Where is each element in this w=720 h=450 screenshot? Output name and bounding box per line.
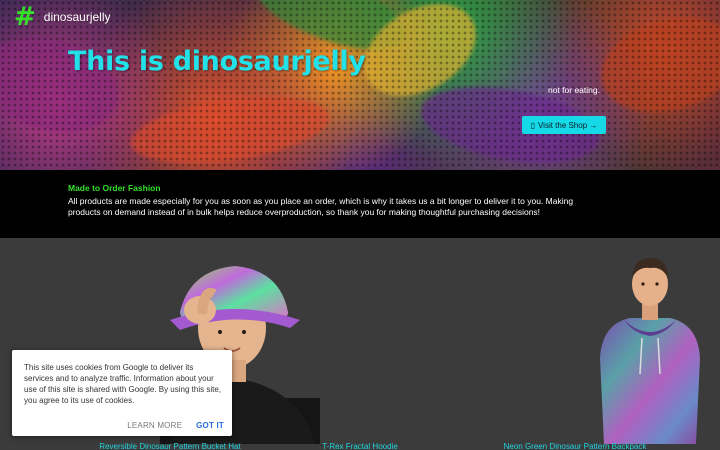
info-title: Made to Order Fashion xyxy=(68,183,161,193)
site-name: dinosaurjelly xyxy=(43,10,111,24)
cookie-actions: LEARN MORE GOT IT xyxy=(127,421,224,430)
site-logo[interactable]: # dinosaurjelly xyxy=(14,4,111,30)
product-card[interactable]: T-Rex Fractal Hoodie xyxy=(290,238,700,450)
product-name[interactable]: Neon Green Dinosaur Pattern Backpack xyxy=(480,442,670,450)
cookie-text: This site uses cookies from Google to de… xyxy=(24,363,221,405)
product-name[interactable]: Reversible Dinosaur Pattern Bucket Hat xyxy=(60,442,280,450)
page: # dinosaurjelly This is dinosaurjelly no… xyxy=(0,0,720,450)
visit-shop-button[interactable]: ▯ Visit the Shop → xyxy=(522,116,606,134)
info-body: All products are made especially for you… xyxy=(68,196,574,217)
visit-shop-label: Visit the Shop → xyxy=(537,120,598,130)
info-band: Made to Order Fashion All products are m… xyxy=(0,170,720,238)
shopping-bag-icon: ▯ xyxy=(530,120,535,130)
hero-tagline: not for eating. xyxy=(548,85,600,95)
got-it-button[interactable]: GOT IT xyxy=(196,421,224,430)
hero-banner: # dinosaurjelly This is dinosaurjelly no… xyxy=(0,0,720,170)
hash-logo-icon: # xyxy=(14,2,36,32)
hero-title: This is dinosaurjelly xyxy=(68,46,366,77)
product-card[interactable]: Neon Green Dinosaur Pattern Backpack xyxy=(480,238,670,450)
cookie-banner: This site uses cookies from Google to de… xyxy=(12,350,232,436)
product-name[interactable]: T-Rex Fractal Hoodie xyxy=(290,442,430,450)
learn-more-button[interactable]: LEARN MORE xyxy=(127,421,182,430)
